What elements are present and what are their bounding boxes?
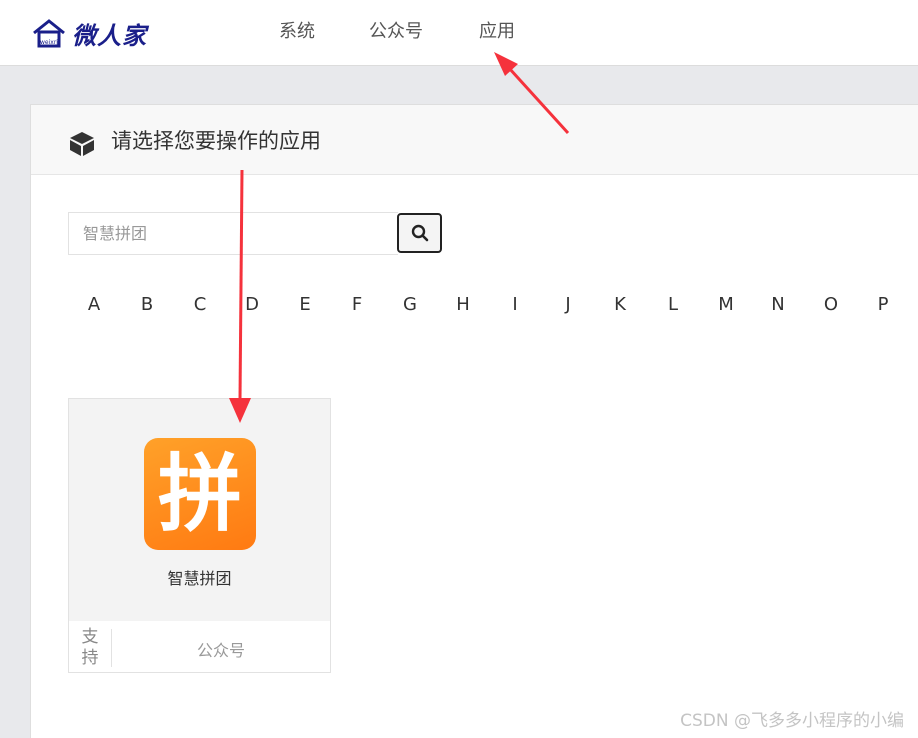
letter-filter-g[interactable]: G — [395, 294, 425, 316]
logo-text: 微人家 — [72, 20, 147, 50]
letter-filter-i[interactable]: I — [500, 294, 530, 316]
nav-item-system[interactable]: 系统 — [279, 20, 315, 44]
logo-small-text: weixrj — [40, 39, 58, 46]
letter-filter-e[interactable]: E — [290, 294, 320, 316]
panel-header: 请选择您要操作的应用 — [31, 105, 918, 175]
app-card[interactable]: 拼 智慧拼团 支持 公众号 — [68, 398, 331, 673]
house-logo-icon: weixrj — [33, 19, 65, 48]
letter-filter-c[interactable]: C — [185, 294, 215, 316]
pin-app-icon: 拼 — [144, 438, 256, 550]
letter-filter-a[interactable]: A — [79, 294, 109, 316]
letter-filter-p[interactable]: P — [868, 294, 898, 316]
search-button[interactable] — [397, 213, 442, 253]
letter-filter-d[interactable]: D — [237, 294, 267, 316]
cube-icon — [70, 132, 94, 156]
app-select-panel: 请选择您要操作的应用 A B C D E F G H I J K L M N O… — [30, 104, 918, 738]
search-input[interactable] — [68, 212, 398, 255]
letter-filter-j[interactable]: J — [553, 294, 583, 316]
app-card-body: 拼 智慧拼团 — [69, 399, 330, 621]
top-navbar: weixrj 微人家 系统 公众号 应用 — [0, 0, 918, 66]
app-card-footer: 支持 公众号 — [69, 621, 330, 672]
page-title: 请选择您要操作的应用 — [111, 129, 321, 153]
support-value: 公众号 — [196, 641, 245, 660]
letter-filter-k[interactable]: K — [605, 294, 635, 316]
nav-item-apps[interactable]: 应用 — [479, 20, 515, 44]
letter-filter-n[interactable]: N — [763, 294, 793, 316]
letter-filter-o[interactable]: O — [816, 294, 846, 316]
support-label: 支持 — [81, 627, 99, 668]
watermark: CSDN @飞多多小程序的小编 — [680, 711, 904, 731]
app-name: 智慧拼团 — [167, 569, 232, 588]
letter-filter-h[interactable]: H — [448, 294, 478, 316]
search-icon — [411, 224, 428, 242]
nav-item-official-account[interactable]: 公众号 — [369, 20, 423, 44]
letter-filter-l[interactable]: L — [658, 294, 688, 316]
letter-filter-b[interactable]: B — [132, 294, 162, 316]
letter-filter-m[interactable]: M — [711, 294, 741, 316]
letter-filter-f[interactable]: F — [342, 294, 372, 316]
logo[interactable]: weixrj 微人家 — [32, 16, 147, 50]
